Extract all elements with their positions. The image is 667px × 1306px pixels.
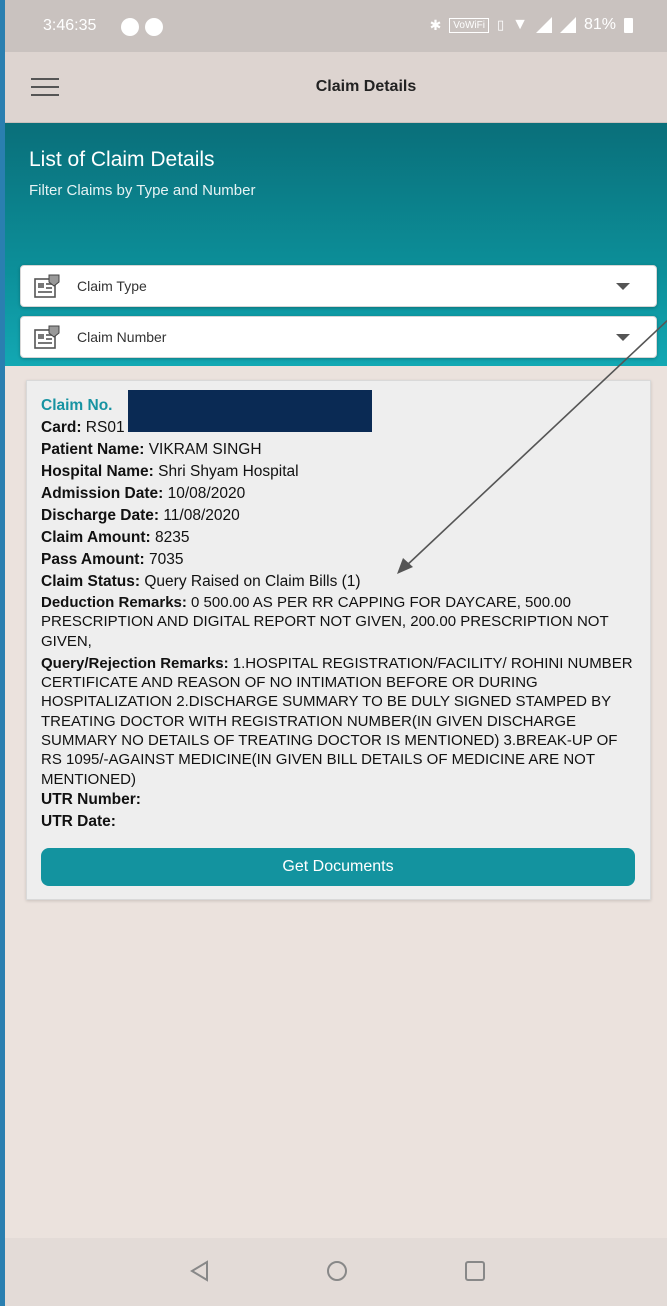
claim-type-dropdown[interactable]: Claim Type [20,265,657,307]
claim-amount-label: Claim Amount: [41,529,151,546]
signal-icon-2 [559,17,576,33]
signal-icon [535,17,552,33]
hospital-name-label: Hospital Name: [41,463,154,480]
query-remarks-value: 1.HOSPITAL REGISTRATION/FACILITY/ ROHINI… [41,654,633,788]
claim-status-label: Claim Status: [41,573,141,590]
patient-name-label: Patient Name: [41,441,145,458]
chat-icon [145,18,163,36]
pass-amount-value: 7035 [148,551,184,568]
admission-date-value: 10/08/2020 [167,485,246,502]
redaction-box [128,390,372,432]
chevron-down-icon [616,334,630,341]
app-bar: Claim Details [5,52,667,123]
vibrate-icon: ▯ [496,17,505,32]
phone-screen: 3:46:35 ✱ VoWiFi ▯ ▼ 81% Claim Details L… [5,0,667,1306]
banner-title: List of Claim Details [29,148,215,171]
status-time: 3:46:35 [43,17,97,34]
discharge-date-label: Discharge Date: [41,507,160,524]
battery-percent: 81% [583,16,616,33]
claim-number-label: Claim Number [77,329,167,345]
utr-number-label: UTR Number: [41,790,141,808]
chevron-down-icon [616,283,630,290]
card-label: Card: [41,419,82,436]
utr-date-label: UTR Date: [41,812,116,830]
claim-card: Claim No. Card: RS01 Patient Name: VIKRA… [26,380,651,900]
battery-icon [624,17,633,33]
claim-type-label: Claim Type [77,278,147,294]
claim-no-label: Claim No. [41,397,113,414]
wifi-icon: ▼ [512,16,528,33]
vowifi-badge: VoWiFi [449,17,489,33]
message-icon [121,18,139,36]
card-value: RS01 [85,419,125,436]
claim-number-dropdown[interactable]: Claim Number [20,316,657,358]
claim-document-icon [34,274,60,298]
page-title: Claim Details [315,78,417,95]
discharge-date-value: 11/08/2020 [163,507,240,524]
claim-amount-value: 8235 [154,529,190,546]
hospital-name-value: Shri Shyam Hospital [158,463,299,480]
deduction-remarks-label: Deduction Remarks: [41,594,187,611]
claim-details: Claim No. Card: RS01 Patient Name: VIKRA… [41,395,641,833]
header-banner: List of Claim Details Filter Claims by T… [5,123,667,366]
navigation-bar [5,1238,667,1306]
home-icon[interactable] [326,1260,348,1282]
query-remarks-label: Query/Rejection Remarks: [41,654,229,672]
pass-amount-label: Pass Amount: [41,551,145,568]
status-bar: 3:46:35 ✱ VoWiFi ▯ ▼ 81% [5,0,667,52]
claim-document-icon [34,325,60,349]
patient-name-value: VIKRAM SINGH [148,441,262,458]
bluetooth-icon: ✱ [429,16,442,33]
claim-status-value: Query Raised on Claim Bills (1) [144,573,361,590]
banner-subtitle: Filter Claims by Type and Number [29,182,256,199]
get-documents-button[interactable]: Get Documents [41,848,635,886]
admission-date-label: Admission Date: [41,485,164,502]
recents-icon[interactable] [464,1260,486,1282]
back-icon[interactable] [189,1260,211,1282]
